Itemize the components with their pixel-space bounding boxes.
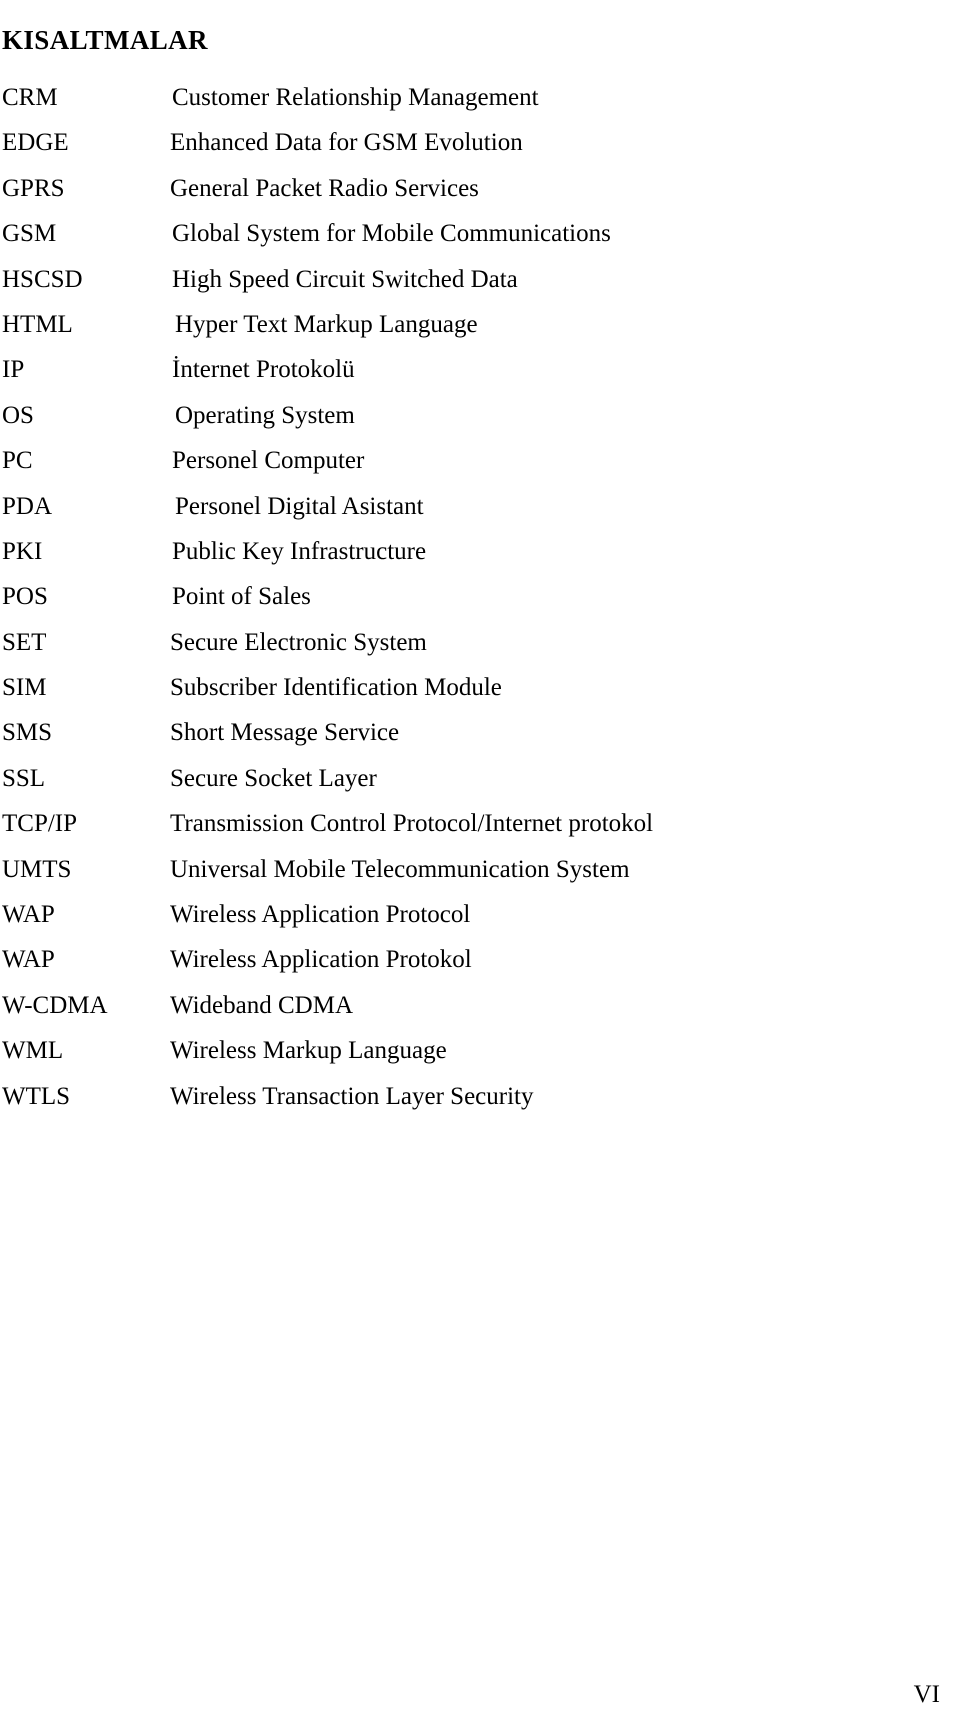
abbreviation-term: SET <box>2 628 47 656</box>
abbreviation-row: POS Point of Sales <box>0 581 960 626</box>
abbreviation-term: OS <box>2 401 34 429</box>
abbreviation-definition: Secure Socket Layer <box>170 764 377 792</box>
abbreviation-row: WML Wireless Markup Language <box>0 1035 960 1080</box>
abbreviation-definition: Secure Electronic System <box>170 628 427 656</box>
abbreviation-term: PDA <box>2 492 53 520</box>
abbreviation-term: POS <box>2 583 48 611</box>
abbreviation-row: SMS Short Message Service <box>0 717 960 762</box>
abbreviation-term: WAP <box>2 901 55 929</box>
abbreviation-definition: Universal Mobile Telecommunication Syste… <box>170 855 630 883</box>
abbreviation-row: SIM Subscriber Identification Module <box>0 672 960 717</box>
abbreviation-row: HTML Hyper Text Markup Language <box>0 309 960 354</box>
abbreviation-definition: Enhanced Data for GSM Evolution <box>170 129 523 157</box>
abbreviation-definition: Personel Computer <box>172 447 365 475</box>
abbreviation-row: HSCSD High Speed Circuit Switched Data <box>0 264 960 309</box>
abbreviation-row: TCP/IP Transmission Control Protocol/Inte… <box>0 808 960 853</box>
abbreviation-term: PC <box>2 447 33 475</box>
abbreviation-definition: High Speed Circuit Switched Data <box>172 265 518 293</box>
abbreviation-term: HSCSD <box>2 265 83 293</box>
abbreviation-definition: Global System for Mobile Communications <box>172 220 611 248</box>
abbreviation-definition: Operating System <box>175 401 355 429</box>
abbreviation-term: EDGE <box>2 129 69 157</box>
abbreviation-term: W-CDMA <box>2 991 108 1019</box>
abbreviation-definition: Wireless Markup Language <box>170 1037 447 1065</box>
abbreviation-row: PKI Public Key Infrastructure <box>0 536 960 581</box>
page-title: KISALTMALAR <box>2 25 208 56</box>
abbreviation-definition: Wireless Transaction Layer Security <box>170 1082 534 1110</box>
abbreviation-row: PC Personel Computer <box>0 445 960 490</box>
abbreviation-row: WAP Wireless Application Protokol <box>0 944 960 989</box>
abbreviation-row: WAP Wireless Application Protocol <box>0 899 960 944</box>
abbreviation-definition: Public Key Infrastructure <box>172 537 427 565</box>
abbreviation-row: SSL Secure Socket Layer <box>0 763 960 808</box>
abbreviation-term: CRM <box>2 84 58 111</box>
abbreviation-definition: Hyper Text Markup Language <box>175 310 478 338</box>
abbreviation-row: W-CDMA Wideband CDMA <box>0 990 960 1035</box>
abbreviation-term: SIM <box>2 674 47 702</box>
abbreviation-term: WTLS <box>2 1082 71 1110</box>
abbreviation-term: HTML <box>2 310 73 338</box>
abbreviation-term: SSL <box>2 764 46 792</box>
abbreviation-row: SET Secure Electronic System <box>0 627 960 672</box>
abbreviation-term: UMTS <box>2 855 72 883</box>
abbreviation-row: IP İnternet Protokolü <box>0 354 960 399</box>
abbreviation-row: WTLS Wireless Transaction Layer Security <box>0 1081 960 1126</box>
abbreviation-term: SMS <box>2 719 53 747</box>
abbreviation-term: WAP <box>2 946 55 974</box>
abbreviation-definition: Personel Digital Asistant <box>175 492 424 520</box>
abbreviation-list: CRM Customer Relationship Management EDGE E… <box>0 82 960 1126</box>
abbreviation-definition: İnternet Protokolü <box>172 356 355 384</box>
abbreviation-definition: Wireless Application Protocol <box>170 901 471 929</box>
abbreviation-row: GPRS General Packet Radio Services <box>0 173 960 218</box>
abbreviation-definition: General Packet Radio Services <box>170 174 479 202</box>
abbreviation-term: TCP/IP <box>2 810 78 838</box>
abbreviation-row: UMTS Universal Mobile Telecommunication S… <box>0 854 960 899</box>
abbreviation-definition: Wideband CDMA <box>170 991 353 1019</box>
abbreviation-row: OS Operating System <box>0 400 960 445</box>
document-page: KISALTMALAR CRM Customer Relationship Man… <box>0 0 960 1728</box>
abbreviation-term: WML <box>2 1037 64 1065</box>
abbreviation-term: GSM <box>2 220 57 248</box>
abbreviation-row: PDA Personel Digital Asistant <box>0 491 960 536</box>
abbreviation-row: EDGE Enhanced Data for GSM Evolution <box>0 127 960 172</box>
abbreviation-row: CRM Customer Relationship Management <box>0 82 960 127</box>
page-number: VI <box>913 1681 940 1708</box>
abbreviation-term: GPRS <box>2 174 65 202</box>
abbreviation-row: GSM Global System for Mobile Communicatio… <box>0 218 960 263</box>
abbreviation-definition: Customer Relationship Management <box>172 84 539 111</box>
abbreviation-definition: Wireless Application Protokol <box>170 946 472 974</box>
abbreviation-definition: Short Message Service <box>170 719 400 747</box>
abbreviation-definition: Transmission Control Protocol/Internet p… <box>170 810 654 838</box>
abbreviation-definition: Subscriber Identification Module <box>170 674 502 702</box>
abbreviation-definition: Point of Sales <box>172 583 311 611</box>
abbreviation-term: PKI <box>2 537 43 565</box>
abbreviation-term: IP <box>2 356 25 384</box>
